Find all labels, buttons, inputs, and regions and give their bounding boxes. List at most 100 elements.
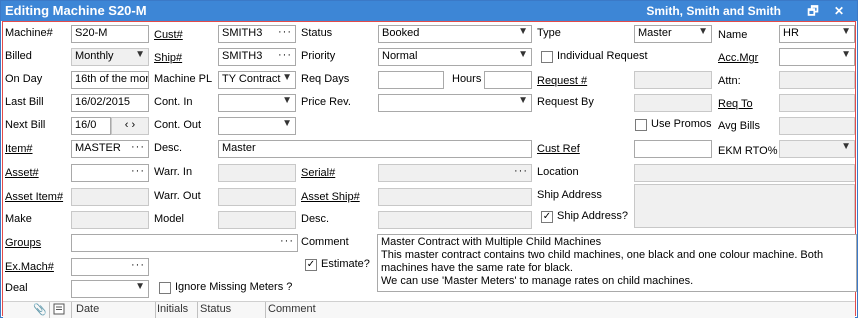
attn-label: Attn: [718, 75, 741, 87]
on-day-field[interactable]: 16th of the mor [71, 71, 149, 89]
estimate-label: Estimate? [321, 258, 370, 270]
ex-mach-label[interactable]: Ex.Mach# [5, 261, 54, 273]
asset-label[interactable]: Asset# [5, 167, 39, 179]
ex-mach-field[interactable]: ··· [71, 258, 149, 276]
priority-label: Priority [301, 50, 336, 62]
request-by-field [634, 94, 712, 112]
billed-select[interactable]: Monthly ▼ [71, 48, 149, 66]
name-select[interactable]: HR ▼ [779, 25, 855, 43]
warr-out-field [218, 188, 296, 206]
last-bill-field[interactable]: 16/02/2015 [71, 94, 149, 112]
attn-field [779, 71, 855, 89]
req-to-label[interactable]: Req To [718, 98, 753, 110]
next-bill-stepper[interactable]: ‹ › [111, 117, 149, 135]
req-days-field[interactable] [378, 71, 444, 89]
price-rev-select[interactable]: ▼ [378, 94, 532, 112]
request-num-label[interactable]: Request # [537, 75, 587, 87]
ignore-missing-meters-checkbox[interactable] [159, 282, 171, 294]
column-divider [155, 302, 156, 318]
ship-label[interactable]: Ship# [154, 52, 182, 64]
column-header-initials[interactable]: Initials [157, 303, 188, 315]
restore-window-icon[interactable]: 🗗 [805, 3, 821, 19]
last-bill-label: Last Bill [5, 96, 44, 108]
cust-field[interactable]: SMITH3 ··· [218, 25, 296, 43]
comment-textarea[interactable]: Master Contract with Multiple Child Mach… [377, 234, 857, 292]
column-divider [197, 302, 198, 318]
asset-ship-field [378, 188, 532, 206]
editing-machine-window: Editing Machine S20-M Smith, Smith and S… [0, 0, 858, 318]
item-field[interactable]: MASTER ··· [71, 140, 149, 158]
cont-out-label: Cont. Out [154, 119, 202, 131]
lookup-dots-icon[interactable]: ··· [131, 259, 145, 271]
desc-label: Desc. [154, 142, 183, 154]
acc-mgr-select[interactable]: ▼ [779, 48, 855, 66]
ship-address-checkbox[interactable]: ✓ [541, 211, 553, 223]
chevron-down-icon: ▼ [282, 72, 292, 83]
lookup-dots-icon[interactable]: ··· [131, 165, 145, 177]
groups-label[interactable]: Groups [5, 237, 41, 249]
column-divider [71, 302, 72, 318]
chevron-down-icon: ▼ [135, 281, 145, 292]
chevron-down-icon: ▼ [841, 26, 851, 37]
type-label: Type [537, 27, 561, 39]
cont-out-select[interactable]: ▼ [218, 117, 296, 135]
notes-icon[interactable] [53, 303, 65, 318]
item-label[interactable]: Item# [5, 143, 33, 155]
acc-mgr-label[interactable]: Acc.Mgr [718, 52, 758, 64]
billed-label: Billed [5, 50, 32, 62]
chevron-down-icon: ▼ [698, 26, 708, 37]
column-header-status[interactable]: Status [200, 303, 231, 315]
desc-field[interactable]: Master [218, 140, 532, 158]
ekm-rto-label: EKM RTO% [718, 145, 778, 157]
serial-label[interactable]: Serial# [301, 167, 335, 179]
groups-field[interactable]: ··· [71, 234, 298, 252]
avg-bills-label: Avg Bills [718, 120, 760, 132]
column-header-comment[interactable]: Comment [268, 303, 316, 315]
use-promos-checkbox[interactable] [635, 119, 647, 131]
paperclip-icon[interactable]: 📎 [33, 303, 47, 316]
chevron-down-icon: ▼ [518, 95, 528, 106]
notes-grid-header: 📎 Date Initials Status Comment [3, 301, 855, 318]
type-select[interactable]: Master ▼ [634, 25, 712, 43]
next-bill-label: Next Bill [5, 119, 46, 131]
asset-ship-label[interactable]: Asset Ship# [301, 191, 360, 203]
machine-label: Machine# [5, 27, 53, 39]
status-label: Status [301, 27, 333, 39]
hours-label: Hours [452, 73, 482, 85]
deal-label: Deal [5, 282, 28, 294]
individual-request-checkbox[interactable] [541, 51, 553, 63]
lookup-dots-icon[interactable]: ··· [131, 141, 145, 153]
chevron-down-icon: ▼ [518, 49, 528, 60]
lookup-dots-icon[interactable]: ··· [278, 26, 292, 38]
location-field [634, 164, 855, 182]
deal-select[interactable]: ▼ [71, 280, 149, 298]
cont-in-select[interactable]: ▼ [218, 94, 296, 112]
machine-pl-select[interactable]: TY Contract ▼ [218, 71, 296, 89]
asset-field[interactable]: ··· [71, 164, 149, 182]
lookup-dots-icon[interactable]: ··· [278, 49, 292, 61]
chevron-down-icon: ▼ [135, 49, 145, 60]
cust-ref-field[interactable] [634, 140, 712, 158]
individual-request-label: Individual Request [557, 50, 648, 62]
priority-select[interactable]: Normal ▼ [378, 48, 532, 66]
lookup-dots-icon[interactable]: ··· [514, 165, 528, 177]
column-header-date[interactable]: Date [76, 303, 99, 315]
estimate-checkbox[interactable]: ✓ [305, 259, 317, 271]
customer-name-title: Smith, Smith and Smith [646, 4, 781, 18]
column-divider [49, 302, 50, 318]
warr-in-field [218, 164, 296, 182]
status-select[interactable]: Booked ▼ [378, 25, 532, 43]
request-by-label: Request By [537, 96, 594, 108]
close-window-icon[interactable]: ✕ [831, 3, 847, 19]
ekm-rto-select[interactable]: ▼ [779, 140, 855, 158]
asset-item-label[interactable]: Asset Item# [5, 191, 63, 203]
hours-field[interactable] [484, 71, 532, 89]
cust-label[interactable]: Cust# [154, 29, 183, 41]
machine-field[interactable]: S20-M [71, 25, 149, 43]
lookup-dots-icon[interactable]: ··· [280, 235, 294, 247]
serial-field[interactable]: ··· [378, 164, 532, 182]
ship-field[interactable]: SMITH3 ··· [218, 48, 296, 66]
cust-ref-label[interactable]: Cust Ref [537, 143, 580, 155]
chevron-down-icon: ▼ [841, 141, 851, 152]
next-bill-field[interactable]: 16/0 [71, 117, 111, 135]
